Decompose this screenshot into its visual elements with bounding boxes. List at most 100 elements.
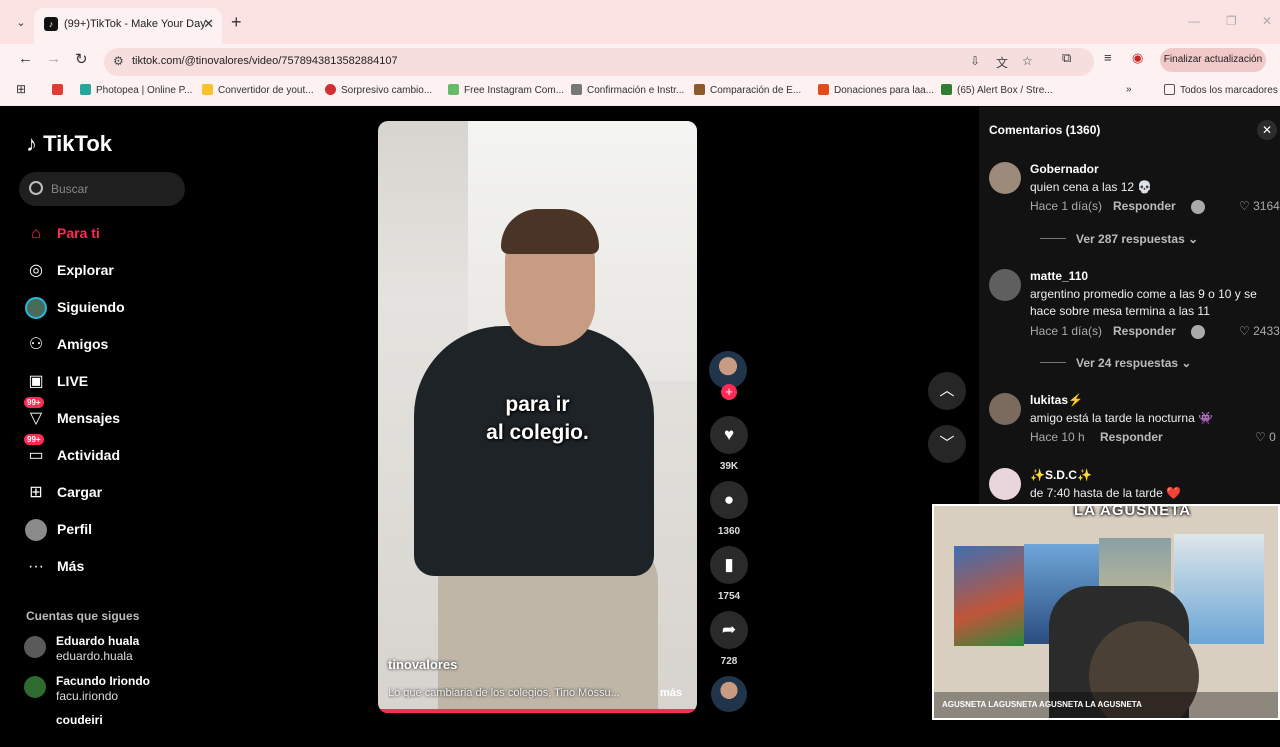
search-input[interactable]: Buscar: [19, 172, 185, 206]
restore-icon[interactable]: ❐: [1226, 14, 1237, 28]
followed-account[interactable]: coudeiri: [24, 713, 204, 747]
account-handle: facu.iriondo: [56, 689, 119, 703]
media-icon[interactable]: ≡: [1104, 50, 1112, 65]
sidebar-item-mas[interactable]: ··· Más: [22, 552, 222, 582]
all-bookmarks[interactable]: Todos los marcadores: [1164, 84, 1278, 96]
bookmark-item[interactable]: Free Instagram Com...: [448, 84, 564, 96]
compass-icon: ◎: [29, 262, 43, 279]
sound-avatar[interactable]: [711, 676, 747, 712]
bookmarks-bar: ⊞ Photopea | Online P... Convertidor de …: [0, 76, 1280, 106]
translate-icon[interactable]: 文: [996, 54, 1008, 71]
live-tv-icon: ▣: [28, 373, 44, 390]
search-icon: [29, 181, 43, 195]
comment-user[interactable]: matte_110: [1030, 269, 1088, 283]
avatar[interactable]: [989, 468, 1021, 500]
sidebar-item-mensajes[interactable]: ▽ 99+ Mensajes: [22, 397, 222, 434]
reply-button[interactable]: Responder: [1100, 430, 1163, 444]
reply-button[interactable]: Responder: [1113, 199, 1176, 213]
bookmark-star-icon[interactable]: ☆: [1022, 54, 1033, 68]
activity-icon: ▭: [28, 447, 44, 464]
bookmark-item[interactable]: Photopea | Online P...: [80, 84, 192, 96]
youtube-bookmark-icon[interactable]: [52, 84, 68, 96]
window-close-icon[interactable]: ✕: [1262, 14, 1272, 28]
browser-tab[interactable]: ♪ (99+)TikTok - Make Your Day ✕: [34, 8, 222, 44]
sidebar-item-live[interactable]: ▣ LIVE: [22, 367, 222, 397]
video-progress-bar[interactable]: [378, 709, 697, 713]
comment-count: 1360: [717, 526, 741, 537]
sidebar-item-cargar[interactable]: ⊞ Cargar: [22, 478, 222, 508]
followed-account[interactable]: Facundo Iriondo facu.iriondo: [24, 674, 204, 708]
reload-icon[interactable]: ↻: [75, 50, 88, 68]
comment-like[interactable]: ♡ 3164: [1239, 199, 1280, 213]
share-arrow-icon: ➦: [710, 611, 748, 649]
apps-grid-icon[interactable]: ⊞: [16, 82, 26, 96]
bookmark-item[interactable]: (65) Alert Box / Stre...: [941, 84, 1053, 96]
minimize-icon[interactable]: —: [1188, 14, 1200, 28]
streamer-webcam-overlay: LA AGUSNETA AGUSNETA LAGUSNETA AGUSNETA …: [932, 504, 1280, 720]
comment-user[interactable]: Gobernador: [1030, 162, 1099, 176]
comment-like[interactable]: ♡ 0: [1255, 430, 1276, 444]
follow-plus-icon[interactable]: +: [721, 384, 737, 400]
update-button[interactable]: Finalizar actualización: [1160, 48, 1266, 72]
address-bar[interactable]: ⚙ tiktok.com/@tinovalores/video/75789438…: [104, 48, 1094, 76]
tiktok-favicon-icon: ♪: [44, 17, 58, 31]
previous-video-chevron-up-icon[interactable]: ︿: [928, 372, 966, 410]
next-video-chevron-down-icon[interactable]: ﹀: [928, 425, 966, 463]
reply-button[interactable]: Responder: [1113, 324, 1176, 338]
sidebar-item-label: Perfil: [57, 521, 93, 537]
profile-icon[interactable]: ◉: [1132, 50, 1143, 66]
url-text[interactable]: tiktok.com/@tinovalores/video/7578943813…: [132, 55, 398, 67]
creator-liked-avatar: [1191, 200, 1205, 214]
sidebar-item-amigos[interactable]: ⚇ Amigos: [22, 330, 222, 360]
comment-button[interactable]: ● 1360: [709, 481, 749, 537]
comment-text: quien cena a las 12 💀: [1030, 180, 1153, 194]
sidebar-item-label: Para ti: [57, 225, 100, 241]
sidebar-item-label: Explorar: [57, 262, 114, 278]
following-section-title: Cuentas que sigues: [26, 609, 140, 623]
tab-search-dropdown-icon[interactable]: ⌄: [12, 14, 30, 32]
site-info-icon[interactable]: ⚙: [113, 54, 124, 68]
comment-text: argentino promedio come a las 9 o 10 y s…: [1030, 287, 1257, 318]
close-comments-icon[interactable]: ✕: [1257, 120, 1277, 140]
bookmark-item[interactable]: Comparación de E...: [694, 84, 801, 96]
sidebar-item-label: Actividad: [57, 447, 121, 463]
bookmark-item[interactable]: Donaciones para laa...: [818, 84, 934, 96]
comment-time: Hace 10 h: [1030, 430, 1085, 444]
like-button[interactable]: ♥ 39K: [709, 416, 749, 472]
back-icon[interactable]: ←: [18, 50, 33, 67]
description-more-link[interactable]: más: [660, 687, 682, 699]
share-button[interactable]: ➦ 728: [709, 611, 749, 667]
avatar[interactable]: [989, 269, 1021, 301]
view-replies[interactable]: Ver 287 respuestas ⌄: [1040, 232, 1198, 246]
upload-icon: ⊞: [29, 484, 43, 501]
video-author[interactable]: tinovalores: [388, 657, 457, 672]
bookmark-item[interactable]: Convertidor de yout...: [202, 84, 314, 96]
subtitle-line: al colegio.: [486, 421, 589, 444]
comment-like[interactable]: ♡ 2433: [1239, 324, 1280, 338]
extensions-icon[interactable]: ⧉: [1062, 50, 1071, 66]
sidebar-item-siguiendo[interactable]: Siguiendo: [22, 293, 222, 323]
bookmark-item[interactable]: Sorpresivo cambio...: [325, 84, 432, 96]
save-button[interactable]: ▮ 1754: [709, 546, 749, 602]
sidebar-item-actividad[interactable]: ▭ 99+ Actividad: [22, 434, 222, 471]
new-tab-icon[interactable]: +: [231, 12, 242, 33]
sidebar-item-explorar[interactable]: ◎ Explorar: [22, 256, 222, 286]
avatar[interactable]: [989, 162, 1021, 194]
sidebar-item-para-ti[interactable]: ⌂ Para ti: [22, 219, 222, 249]
video-player[interactable]: para ir al colegio. tinovalores Lo que c…: [378, 121, 697, 713]
comment-bubble-icon: ●: [710, 481, 748, 519]
view-replies[interactable]: Ver 24 respuestas ⌄: [1040, 356, 1191, 370]
comment-user[interactable]: lukitas⚡: [1030, 393, 1083, 407]
comment-user[interactable]: ✨S.D.C✨: [1030, 468, 1092, 482]
sidebar-item-perfil[interactable]: Perfil: [22, 515, 222, 545]
tiktok-logo[interactable]: ♪ TikTok: [26, 131, 112, 157]
search-placeholder: Buscar: [51, 182, 89, 196]
avatar[interactable]: [989, 393, 1021, 425]
home-icon: ⌂: [31, 225, 41, 242]
install-icon[interactable]: ⇩: [970, 54, 980, 68]
followed-account[interactable]: Eduardo huala eduardo.huala: [24, 634, 204, 668]
forward-icon[interactable]: →: [46, 50, 61, 67]
bookmarks-overflow-icon[interactable]: »: [1126, 84, 1132, 95]
tab-close-icon[interactable]: ✕: [203, 16, 214, 32]
bookmark-item[interactable]: Confirmación e Instr...: [571, 84, 684, 96]
